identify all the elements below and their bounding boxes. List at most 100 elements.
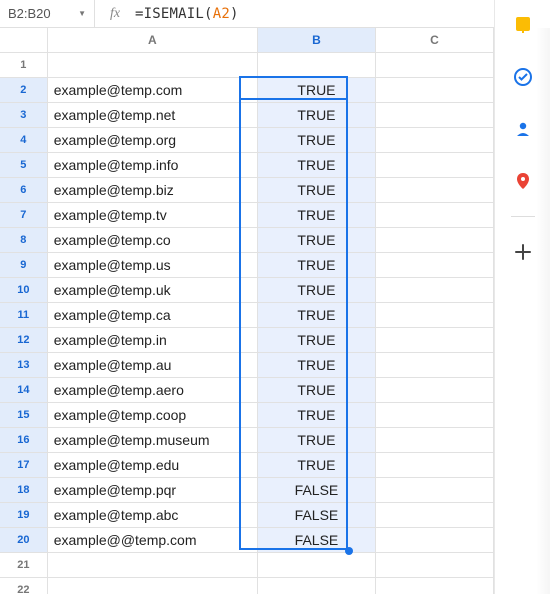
row-header[interactable]: 5: [0, 152, 47, 177]
cell[interactable]: example@temp.net: [47, 102, 257, 127]
cell[interactable]: TRUE: [257, 327, 375, 352]
tasks-icon[interactable]: [512, 66, 534, 88]
cell[interactable]: [47, 52, 257, 77]
col-header-A[interactable]: A: [47, 28, 257, 52]
row-header[interactable]: 17: [0, 452, 47, 477]
cell[interactable]: [375, 252, 493, 277]
cell[interactable]: TRUE: [257, 352, 375, 377]
row-header[interactable]: 19: [0, 502, 47, 527]
maps-icon[interactable]: [512, 170, 534, 192]
cell[interactable]: TRUE: [257, 202, 375, 227]
cell[interactable]: FALSE: [257, 527, 375, 552]
cell[interactable]: example@temp.us: [47, 252, 257, 277]
grid[interactable]: A B C 12example@temp.comTRUE3example@tem…: [0, 28, 494, 594]
cell[interactable]: TRUE: [257, 177, 375, 202]
cell[interactable]: TRUE: [257, 127, 375, 152]
row-header[interactable]: 7: [0, 202, 47, 227]
cell[interactable]: example@temp.abc: [47, 502, 257, 527]
cell[interactable]: [375, 477, 493, 502]
cell[interactable]: example@temp.info: [47, 152, 257, 177]
row-header[interactable]: 16: [0, 427, 47, 452]
cell[interactable]: example@@temp.com: [47, 527, 257, 552]
cell[interactable]: example@temp.pqr: [47, 477, 257, 502]
row-header[interactable]: 9: [0, 252, 47, 277]
cell[interactable]: example@temp.ca: [47, 302, 257, 327]
cell[interactable]: TRUE: [257, 102, 375, 127]
fx-icon[interactable]: fx: [95, 6, 135, 22]
cell[interactable]: FALSE: [257, 502, 375, 527]
cell[interactable]: FALSE: [257, 477, 375, 502]
cell[interactable]: [257, 552, 375, 577]
add-icon[interactable]: [512, 241, 534, 263]
select-all-corner[interactable]: [0, 28, 47, 52]
cell[interactable]: [375, 52, 493, 77]
cell[interactable]: TRUE: [257, 302, 375, 327]
cell[interactable]: example@temp.org: [47, 127, 257, 152]
row-header[interactable]: 18: [0, 477, 47, 502]
cell[interactable]: example@temp.co: [47, 227, 257, 252]
row-header[interactable]: 12: [0, 327, 47, 352]
cell[interactable]: [375, 527, 493, 552]
cell[interactable]: [375, 552, 493, 577]
formula-input[interactable]: =ISEMAIL(A2): [135, 6, 494, 22]
cell[interactable]: TRUE: [257, 77, 375, 102]
cell[interactable]: [47, 552, 257, 577]
cell[interactable]: [257, 577, 375, 594]
row-header[interactable]: 13: [0, 352, 47, 377]
cell[interactable]: [375, 427, 493, 452]
row-header[interactable]: 20: [0, 527, 47, 552]
name-box[interactable]: B2:B20 ▼: [0, 0, 95, 27]
row-header[interactable]: 2: [0, 77, 47, 102]
cell[interactable]: TRUE: [257, 402, 375, 427]
cell[interactable]: TRUE: [257, 227, 375, 252]
cell[interactable]: example@temp.coop: [47, 402, 257, 427]
cell[interactable]: example@temp.in: [47, 327, 257, 352]
col-header-B[interactable]: B: [257, 28, 375, 52]
cell[interactable]: [375, 327, 493, 352]
cell[interactable]: example@temp.com: [47, 77, 257, 102]
keep-icon[interactable]: [512, 14, 534, 36]
row-header[interactable]: 4: [0, 127, 47, 152]
cell[interactable]: [375, 77, 493, 102]
cell[interactable]: [375, 352, 493, 377]
cell[interactable]: example@temp.aero: [47, 377, 257, 402]
name-box-dropdown-icon[interactable]: ▼: [78, 9, 86, 18]
cell[interactable]: [375, 377, 493, 402]
row-header[interactable]: 14: [0, 377, 47, 402]
cell[interactable]: TRUE: [257, 377, 375, 402]
cell[interactable]: example@temp.edu: [47, 452, 257, 477]
cell[interactable]: example@temp.biz: [47, 177, 257, 202]
col-header-C[interactable]: C: [375, 28, 493, 52]
row-header[interactable]: 3: [0, 102, 47, 127]
row-header[interactable]: 22: [0, 577, 47, 594]
cell[interactable]: [375, 452, 493, 477]
cell[interactable]: [375, 302, 493, 327]
cell[interactable]: [257, 52, 375, 77]
row-header[interactable]: 15: [0, 402, 47, 427]
row-header[interactable]: 8: [0, 227, 47, 252]
cell[interactable]: TRUE: [257, 252, 375, 277]
cell[interactable]: TRUE: [257, 152, 375, 177]
row-header[interactable]: 10: [0, 277, 47, 302]
cell[interactable]: example@temp.au: [47, 352, 257, 377]
cell[interactable]: [375, 102, 493, 127]
cell[interactable]: TRUE: [257, 452, 375, 477]
cell[interactable]: TRUE: [257, 277, 375, 302]
cell[interactable]: example@temp.uk: [47, 277, 257, 302]
cell[interactable]: TRUE: [257, 427, 375, 452]
cell[interactable]: example@temp.museum: [47, 427, 257, 452]
cell[interactable]: example@temp.tv: [47, 202, 257, 227]
cell[interactable]: [375, 277, 493, 302]
row-header[interactable]: 1: [0, 52, 47, 77]
cell[interactable]: [47, 577, 257, 594]
cell[interactable]: [375, 227, 493, 252]
cell[interactable]: [375, 152, 493, 177]
cell[interactable]: [375, 502, 493, 527]
cell[interactable]: [375, 577, 493, 594]
cell[interactable]: [375, 202, 493, 227]
row-header[interactable]: 21: [0, 552, 47, 577]
cell[interactable]: [375, 177, 493, 202]
row-header[interactable]: 6: [0, 177, 47, 202]
cell[interactable]: [375, 127, 493, 152]
cell[interactable]: [375, 402, 493, 427]
